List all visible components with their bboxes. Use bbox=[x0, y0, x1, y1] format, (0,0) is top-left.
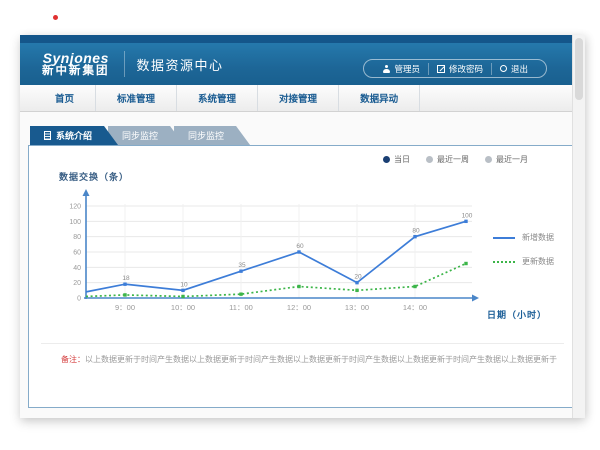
svg-text:40: 40 bbox=[73, 265, 81, 272]
logo-text-cn: 新中新集团 bbox=[42, 65, 110, 77]
svg-text:14：00: 14：00 bbox=[403, 303, 427, 312]
footnote-text: 以上数据更新于时间产生数据以上数据更新于时间产生数据以上数据更新于时间产生数据以… bbox=[85, 355, 557, 364]
logout-label: 退出 bbox=[511, 63, 528, 75]
radio-dot bbox=[426, 156, 433, 163]
logout-button[interactable]: 退出 bbox=[491, 63, 536, 75]
page: Synjones 新中新集团 数据资源中心 管理员 修改密码 退出 bbox=[0, 0, 600, 450]
svg-text:80: 80 bbox=[73, 234, 81, 241]
nav-item-interface-mgmt[interactable]: 对接管理 bbox=[258, 85, 339, 111]
tab-bar: 系统介绍 同步监控 同步监控 bbox=[30, 126, 240, 145]
svg-text:60: 60 bbox=[73, 250, 81, 257]
change-password-button[interactable]: 修改密码 bbox=[428, 63, 491, 75]
logo-text-en: Synjones bbox=[42, 51, 110, 66]
x-axis-title: 日期（小时） bbox=[487, 308, 547, 321]
chart-legend: 新增数据 更新数据 bbox=[493, 232, 554, 267]
svg-text:10：00: 10：00 bbox=[171, 303, 195, 312]
tab-system-intro[interactable]: 系统介绍 bbox=[30, 126, 118, 145]
legend-new-data-label: 新增数据 bbox=[522, 232, 554, 243]
footnote: 备注：以上数据更新于时间产生数据以上数据更新于时间产生数据以上数据更新于时间产生… bbox=[61, 354, 566, 365]
page-title: 数据资源中心 bbox=[137, 55, 224, 74]
radio-dot bbox=[383, 156, 390, 163]
power-icon bbox=[500, 65, 507, 72]
svg-text:80: 80 bbox=[412, 228, 420, 235]
line-chart: 0 20 40 60 80 100 120 9：00 10：00 11：00 12：00 13：00 1… bbox=[56, 186, 491, 326]
svg-text:100: 100 bbox=[69, 219, 81, 226]
user-menu: 管理员 修改密码 退出 bbox=[363, 59, 547, 78]
nav-item-system-mgmt[interactable]: 系统管理 bbox=[177, 85, 258, 111]
nav-item-data-change[interactable]: 数据异动 bbox=[339, 85, 420, 111]
radio-last-month-label: 最近一月 bbox=[496, 154, 528, 165]
header: Synjones 新中新集团 数据资源中心 管理员 修改密码 退出 bbox=[20, 43, 585, 85]
legend-line-sample bbox=[493, 261, 515, 263]
window-top-strip bbox=[20, 35, 585, 43]
svg-text:9：00: 9：00 bbox=[115, 303, 135, 312]
svg-text:18: 18 bbox=[122, 275, 130, 282]
user-menu-admin[interactable]: 管理员 bbox=[374, 63, 428, 75]
scrollbar-track[interactable] bbox=[572, 35, 585, 418]
radio-today-label: 当日 bbox=[394, 154, 410, 165]
y-axis-title: 数据交换（条） bbox=[59, 170, 129, 183]
svg-text:20: 20 bbox=[73, 280, 81, 287]
svg-text:11：00: 11：00 bbox=[229, 303, 253, 312]
svg-text:60: 60 bbox=[296, 243, 304, 250]
time-range-group: 当日 最近一周 最近一月 bbox=[383, 154, 528, 165]
legend-item-new-data[interactable]: 新增数据 bbox=[493, 232, 554, 243]
nav-item-home[interactable]: 首页 bbox=[34, 85, 96, 111]
svg-text:20: 20 bbox=[354, 274, 362, 281]
nav-item-standard-mgmt[interactable]: 标准管理 bbox=[96, 85, 177, 111]
document-icon bbox=[44, 131, 51, 140]
logo: Synjones 新中新集团 bbox=[42, 51, 110, 78]
svg-text:13：00: 13：00 bbox=[345, 303, 369, 312]
radio-last-month[interactable]: 最近一月 bbox=[485, 154, 528, 165]
user-icon bbox=[382, 65, 390, 73]
svg-text:100: 100 bbox=[462, 212, 473, 219]
user-menu-admin-label: 管理员 bbox=[394, 63, 420, 75]
edit-icon bbox=[437, 65, 445, 73]
svg-text:12：00: 12：00 bbox=[287, 303, 311, 312]
change-password-label: 修改密码 bbox=[449, 63, 483, 75]
svg-text:0: 0 bbox=[77, 296, 81, 303]
radio-last-week[interactable]: 最近一周 bbox=[426, 154, 469, 165]
tab-sync-monitor-2[interactable]: 同步监控 bbox=[174, 126, 250, 145]
tab-system-intro-label: 系统介绍 bbox=[56, 129, 92, 142]
legend-item-updated-data[interactable]: 更新数据 bbox=[493, 256, 554, 267]
tab-sync-monitor-2-label: 同步监控 bbox=[188, 129, 224, 142]
svg-text:35: 35 bbox=[238, 262, 246, 269]
legend-line-sample bbox=[493, 237, 515, 239]
panel-divider bbox=[41, 343, 564, 344]
header-divider bbox=[124, 51, 125, 77]
tab-sync-monitor-1[interactable]: 同步监控 bbox=[108, 126, 184, 145]
svg-text:120: 120 bbox=[69, 204, 81, 211]
red-dot bbox=[53, 15, 58, 20]
app-window: Synjones 新中新集团 数据资源中心 管理员 修改密码 退出 bbox=[20, 35, 585, 418]
footnote-prefix: 备注： bbox=[61, 355, 85, 364]
legend-updated-data-label: 更新数据 bbox=[522, 256, 554, 267]
main-nav: 首页 标准管理 系统管理 对接管理 数据异动 bbox=[20, 85, 585, 112]
radio-today[interactable]: 当日 bbox=[383, 154, 410, 165]
tab-sync-monitor-1-label: 同步监控 bbox=[122, 129, 158, 142]
svg-text:10: 10 bbox=[180, 281, 188, 288]
content-panel: 当日 最近一周 最近一月 数据交换（条） 0 20 40 60 80 100 120 9：00… bbox=[28, 145, 577, 408]
radio-dot bbox=[485, 156, 492, 163]
scrollbar-thumb[interactable] bbox=[575, 38, 583, 100]
radio-last-week-label: 最近一周 bbox=[437, 154, 469, 165]
